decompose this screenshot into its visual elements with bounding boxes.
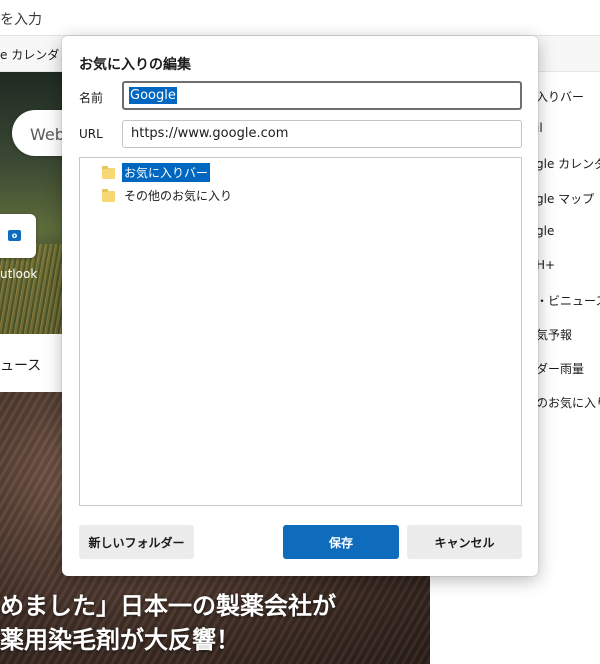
url-input[interactable]: https://www.google.com (122, 120, 522, 148)
news-headline-line-1[interactable]: めました」日本一の製薬会社が (0, 586, 336, 621)
news-headline-line-2[interactable]: 薬用染毛剤が大反響！ (0, 620, 240, 655)
address-bar[interactable]: を入力 (0, 0, 600, 36)
save-button[interactable]: 保存 (283, 525, 399, 559)
name-label: 名前 (79, 91, 104, 105)
favorites-panel-item[interactable]: ダー雨量 (536, 360, 584, 377)
favorites-panel-item[interactable]: ・ビニュース (536, 292, 600, 309)
url-label: URL (79, 127, 103, 141)
new-folder-button[interactable]: 新しいフォルダー (79, 525, 194, 559)
name-input[interactable]: Google (122, 81, 522, 110)
outlook-icon: o (8, 230, 21, 241)
name-input-value: Google (129, 87, 177, 104)
folder-tree[interactable]: お気に入りバー その他のお気に入り (79, 157, 522, 506)
news-section-label: ュース (0, 358, 42, 374)
favorites-panel-item[interactable]: gle (536, 224, 554, 238)
quick-link-label: utlook (0, 267, 38, 281)
dialog-title: お気に入りの編集 (79, 57, 191, 73)
edit-favorite-dialog: お気に入りの編集 名前 Google URL https://www.googl… (62, 36, 538, 576)
favorites-panel-item[interactable]: 気予報 (536, 326, 572, 343)
folder-label: お気に入りバー (122, 162, 211, 182)
folder-icon (102, 165, 115, 179)
favorites-panel-item[interactable]: gle マップ (536, 190, 594, 207)
folder-item-other-favorites[interactable]: その他のお気に入り (102, 185, 234, 205)
favorites-panel-item[interactable]: のお気に入り (536, 394, 600, 411)
address-bar-placeholder: を入力 (0, 12, 42, 28)
favorites-panel-item[interactable]: H+ (536, 258, 555, 272)
folder-item-favorites-bar[interactable]: お気に入りバー (102, 162, 211, 182)
favorites-bar-item-calendar[interactable]: e カレンダ (0, 46, 59, 63)
web-search-text: Web (30, 125, 65, 144)
favorites-panel-item[interactable]: 入りバー (536, 88, 584, 105)
cancel-button[interactable]: キャンセル (407, 525, 522, 559)
favorites-panel-item[interactable]: gle カレンダ (536, 155, 600, 172)
folder-icon (102, 188, 115, 202)
folder-label: その他のお気に入り (124, 188, 233, 203)
